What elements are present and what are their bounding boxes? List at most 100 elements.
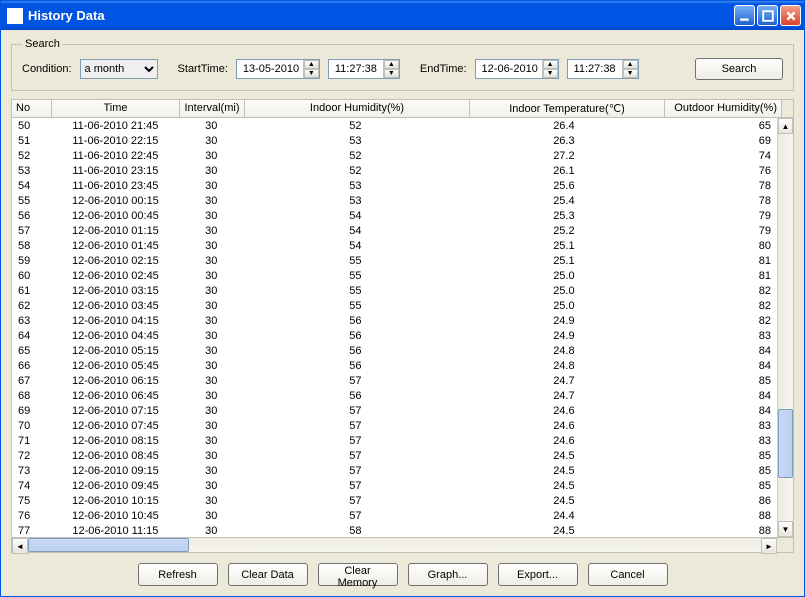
table-row[interactable]: 7212-06-2010 08:45305724.585 — [12, 448, 777, 463]
table-row[interactable]: 7512-06-2010 10:15305724.586 — [12, 493, 777, 508]
cell-it: 26.1 — [467, 165, 661, 177]
start-time-input[interactable] — [333, 62, 383, 76]
table-row[interactable]: 5311-06-2010 23:15305226.176 — [12, 163, 777, 178]
cell-no: 50 — [12, 120, 52, 132]
minimize-button[interactable] — [734, 5, 755, 26]
cell-time: 12-06-2010 08:15 — [52, 435, 179, 447]
table-row[interactable]: 5812-06-2010 01:45305425.180 — [12, 238, 777, 253]
vscroll-track[interactable] — [778, 134, 793, 521]
cell-time: 12-06-2010 10:45 — [52, 510, 179, 522]
column-header-time[interactable]: Time — [52, 100, 180, 117]
cell-it: 24.6 — [467, 435, 661, 447]
cell-time: 12-06-2010 09:45 — [52, 480, 179, 492]
condition-select[interactable]: a month — [80, 59, 158, 79]
table-row[interactable]: 5111-06-2010 22:15305326.369 — [12, 133, 777, 148]
spin-down-icon[interactable]: ▼ — [543, 69, 558, 78]
cell-it: 27.2 — [467, 150, 661, 162]
column-header-no[interactable]: No — [12, 100, 52, 117]
spin-up-icon[interactable]: ▲ — [623, 60, 638, 69]
start-date-field[interactable]: ▲ ▼ — [236, 59, 320, 79]
table-row[interactable]: 6612-06-2010 05:45305624.884 — [12, 358, 777, 373]
cell-oh: 74 — [661, 150, 777, 162]
hscroll-thumb[interactable] — [28, 538, 189, 552]
scroll-down-icon[interactable]: ▼ — [778, 521, 793, 537]
table-row[interactable]: 6112-06-2010 03:15305525.082 — [12, 283, 777, 298]
cell-it: 25.0 — [467, 270, 661, 282]
table-row[interactable]: 7712-06-2010 11:15305824.588 — [12, 523, 777, 537]
table-row[interactable]: 5411-06-2010 23:45305325.678 — [12, 178, 777, 193]
cell-time: 12-06-2010 04:15 — [52, 315, 179, 327]
history-data-window: History Data Search Condition: a month S… — [0, 0, 805, 597]
clear-memory-button[interactable]: Clear Memory — [318, 563, 398, 586]
end-time-input[interactable] — [572, 62, 622, 76]
table-row[interactable]: 6012-06-2010 02:45305525.081 — [12, 268, 777, 283]
cell-ih: 57 — [244, 405, 467, 417]
spin-down-icon[interactable]: ▼ — [384, 69, 399, 78]
table-row[interactable]: 7112-06-2010 08:15305724.683 — [12, 433, 777, 448]
close-button[interactable] — [780, 5, 801, 26]
table-row[interactable]: 6512-06-2010 05:15305624.884 — [12, 343, 777, 358]
export-button[interactable]: Export... — [498, 563, 578, 586]
cell-ih: 54 — [244, 225, 467, 237]
vscroll-thumb[interactable] — [778, 409, 793, 479]
table-row[interactable]: 7012-06-2010 07:45305724.683 — [12, 418, 777, 433]
column-header-it[interactable]: Indoor Temperature(℃) — [470, 100, 665, 117]
cell-oh: 79 — [661, 210, 777, 222]
cell-ih: 57 — [244, 510, 467, 522]
table-row[interactable]: 6212-06-2010 03:45305525.082 — [12, 298, 777, 313]
cell-it: 24.9 — [467, 315, 661, 327]
horizontal-scrollbar[interactable]: ◄ ► — [11, 537, 794, 553]
end-date-field[interactable]: ▲ ▼ — [475, 59, 559, 79]
spin-up-icon[interactable]: ▲ — [384, 60, 399, 69]
titlebar[interactable]: History Data — [1, 1, 804, 30]
scroll-right-icon[interactable]: ► — [761, 538, 777, 554]
table-row[interactable]: 6812-06-2010 06:45305624.784 — [12, 388, 777, 403]
start-date-input[interactable] — [241, 62, 303, 76]
table-row[interactable]: 7612-06-2010 10:45305724.488 — [12, 508, 777, 523]
table-row[interactable]: 6912-06-2010 07:15305724.684 — [12, 403, 777, 418]
cell-it: 24.8 — [467, 345, 661, 357]
search-button[interactable]: Search — [695, 58, 783, 80]
cell-it: 24.6 — [467, 405, 661, 417]
clear-data-button[interactable]: Clear Data — [228, 563, 308, 586]
table-row[interactable]: 6712-06-2010 06:15305724.785 — [12, 373, 777, 388]
table-row[interactable]: 5912-06-2010 02:15305525.181 — [12, 253, 777, 268]
column-header-interval[interactable]: Interval(mi) — [180, 100, 245, 117]
column-header-ih[interactable]: Indoor Humidity(%) — [245, 100, 470, 117]
cell-it: 25.1 — [467, 240, 661, 252]
table-row[interactable]: 5211-06-2010 22:45305227.274 — [12, 148, 777, 163]
cell-interval: 30 — [179, 210, 244, 222]
end-time-field[interactable]: ▲ ▼ — [567, 59, 639, 79]
maximize-button[interactable] — [757, 5, 778, 26]
table-row[interactable]: 7412-06-2010 09:45305724.585 — [12, 478, 777, 493]
table-row[interactable]: 5011-06-2010 21:45305226.465 — [12, 118, 777, 133]
spin-up-icon[interactable]: ▲ — [543, 60, 558, 69]
cell-oh: 69 — [661, 135, 777, 147]
spin-up-icon[interactable]: ▲ — [304, 60, 319, 69]
hscroll-track[interactable] — [28, 538, 761, 552]
cell-interval: 30 — [179, 435, 244, 447]
table-row[interactable]: 5612-06-2010 00:45305425.379 — [12, 208, 777, 223]
cell-it: 24.7 — [467, 375, 661, 387]
table-row[interactable]: 7312-06-2010 09:15305724.585 — [12, 463, 777, 478]
cell-oh: 84 — [661, 360, 777, 372]
cell-no: 55 — [12, 195, 52, 207]
graph-button[interactable]: Graph... — [408, 563, 488, 586]
column-header-oh[interactable]: Outdoor Humidity(%) — [665, 100, 782, 117]
scroll-up-icon[interactable]: ▲ — [778, 118, 793, 134]
table-row[interactable]: 5512-06-2010 00:15305325.478 — [12, 193, 777, 208]
cell-time: 12-06-2010 00:45 — [52, 210, 179, 222]
table-row[interactable]: 6312-06-2010 04:15305624.982 — [12, 313, 777, 328]
table-row[interactable]: 6412-06-2010 04:45305624.983 — [12, 328, 777, 343]
start-time-field[interactable]: ▲ ▼ — [328, 59, 400, 79]
cell-oh: 81 — [661, 270, 777, 282]
vertical-scrollbar[interactable]: ▲ ▼ — [777, 118, 793, 537]
refresh-button[interactable]: Refresh — [138, 563, 218, 586]
end-date-input[interactable] — [480, 62, 542, 76]
spin-down-icon[interactable]: ▼ — [623, 69, 638, 78]
table-row[interactable]: 5712-06-2010 01:15305425.279 — [12, 223, 777, 238]
cancel-button[interactable]: Cancel — [588, 563, 668, 586]
cell-time: 12-06-2010 03:45 — [52, 300, 179, 312]
spin-down-icon[interactable]: ▼ — [304, 69, 319, 78]
scroll-left-icon[interactable]: ◄ — [12, 538, 28, 554]
